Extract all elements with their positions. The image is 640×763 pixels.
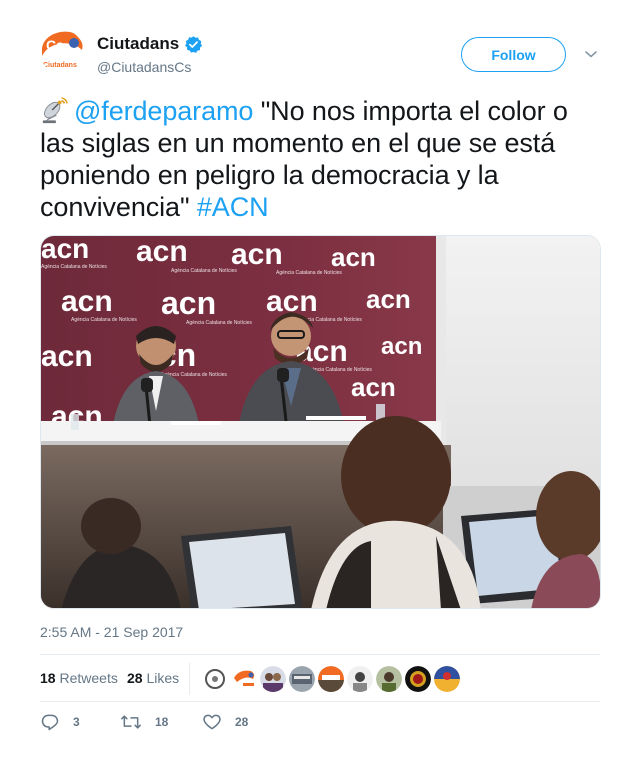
retweeter-avatar[interactable] [202, 666, 228, 692]
svg-text:acn: acn [41, 340, 93, 373]
satellite-antenna-emoji [42, 97, 68, 124]
svg-text:acn: acn [351, 372, 396, 402]
verified-badge-icon [185, 35, 203, 53]
tweet-text: @ferdeparamo "No nos importa el color o … [40, 95, 600, 223]
tweet-actions: 3 18 28 [40, 712, 600, 736]
tweet-photo[interactable]: acn acn acn acn acn acn acn acn acn acn … [40, 235, 601, 609]
svg-text:acn: acn [136, 236, 188, 268]
retweeter-avatar[interactable] [376, 666, 402, 692]
svg-text:acn: acn [331, 242, 376, 272]
tweet-hashtag-link[interactable]: #ACN [197, 192, 269, 222]
retweeter-avatar[interactable] [347, 666, 373, 692]
svg-text:Agència Catalana de Notícies: Agència Catalana de Notícies [71, 317, 137, 323]
retweeter-avatar[interactable] [260, 666, 286, 692]
likes-label: Likes [146, 670, 180, 686]
likes-count: 28 [127, 670, 143, 686]
retweeter-avatar[interactable] [289, 666, 315, 692]
retweeter-avatars [202, 666, 463, 692]
retweets-label: Retweets [59, 670, 118, 686]
reply-icon[interactable] [40, 712, 60, 732]
svg-text:acn: acn [231, 238, 283, 271]
svg-text:Ciutadans: Ciutadans [43, 62, 77, 69]
svg-text:acn: acn [161, 285, 216, 321]
reply-action[interactable]: 3 [40, 712, 80, 732]
svg-text:Cs: Cs [46, 37, 64, 53]
svg-text:acn: acn [61, 285, 113, 318]
retweets-count: 18 [40, 670, 56, 686]
svg-text:acn: acn [366, 284, 411, 314]
retweet-action[interactable]: 18 [120, 712, 168, 732]
retweeter-avatar[interactable] [318, 666, 344, 692]
tweet-mention-link[interactable]: @ferdeparamo [74, 96, 253, 126]
account-handle[interactable]: @CiutadansCs [97, 59, 191, 75]
svg-text:Agència Catalana de Notícies: Agència Catalana de Notícies [186, 320, 252, 326]
tweet-stats-bar: 18 Retweets 28 Likes [40, 654, 600, 702]
stats-divider [189, 663, 190, 695]
svg-text:Agència Catalana de Notícies: Agència Catalana de Notícies [276, 270, 342, 276]
retweeter-avatar[interactable] [231, 666, 257, 692]
retweeter-avatar[interactable] [434, 666, 460, 692]
chevron-down-icon[interactable] [583, 46, 599, 62]
account-name[interactable]: Ciutadans [97, 34, 203, 54]
follow-button[interactable]: Follow [461, 37, 566, 72]
svg-text:acn: acn [41, 236, 89, 264]
retweeter-avatar[interactable] [405, 666, 431, 692]
likes-stat[interactable]: 28 Likes [127, 670, 179, 686]
reply-count: 3 [73, 715, 80, 729]
retweet-count: 18 [155, 715, 169, 729]
like-action[interactable]: 28 [202, 712, 248, 732]
account-avatar[interactable]: Cs Ciutadans [40, 30, 84, 74]
heart-icon[interactable] [202, 712, 222, 732]
like-count: 28 [235, 715, 249, 729]
svg-text:Agència Catalana de Notícies: Agència Catalana de Notícies [171, 268, 237, 274]
tweet-header: Cs Ciutadans Ciutadans @CiutadansCs Foll… [40, 30, 600, 80]
svg-text:acn: acn [381, 333, 422, 360]
retweet-icon[interactable] [120, 712, 142, 732]
retweets-stat[interactable]: 18 Retweets [40, 670, 118, 686]
account-name-text[interactable]: Ciutadans [97, 34, 179, 54]
svg-text:Agència Catalana de Notícies: Agència Catalana de Notícies [41, 264, 107, 270]
tweet-timestamp[interactable]: 2:55 AM - 21 Sep 2017 [40, 624, 183, 640]
